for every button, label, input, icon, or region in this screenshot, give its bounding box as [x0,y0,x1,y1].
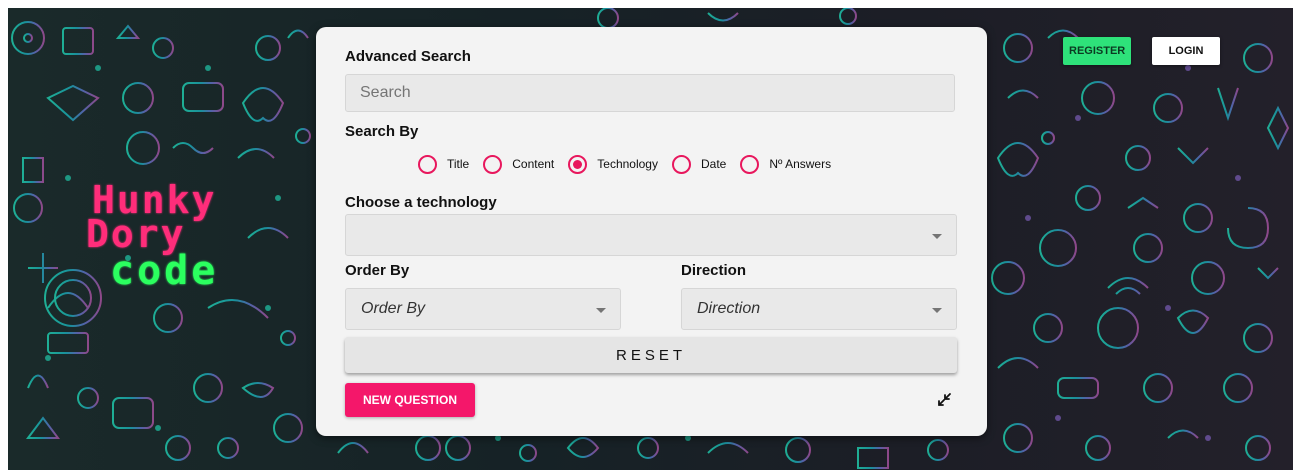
radio-content[interactable]: Content [483,154,555,174]
site-logo: Hunky Dory code [86,176,296,296]
radio-label-date: Date [700,157,727,171]
reset-button[interactable]: RESET [345,337,957,373]
order-by-select[interactable]: Order By [345,288,621,330]
new-question-button[interactable]: NEW QUESTION [345,383,475,417]
dropdown-caret-icon [596,308,606,313]
radio-circle-icon [740,154,760,174]
search-by-label: Search By [345,123,419,140]
register-button[interactable]: REGISTER [1063,37,1131,65]
radio-label-content: Content [512,157,555,171]
technology-label: Choose a technology [345,194,497,211]
radio-label-title: Title [447,157,470,171]
order-by-label: Order By [345,262,410,279]
advanced-search-title: Advanced Search [345,48,471,65]
dropdown-caret-icon [932,234,942,239]
radio-circle-icon [483,154,503,174]
radio-label-answers: Nº Answers [769,157,832,171]
search-input[interactable] [345,74,955,112]
radio-label-technology: Technology [597,157,658,171]
login-button[interactable]: LOGIN [1152,37,1220,65]
technology-select[interactable] [345,214,957,256]
logo-line-code: code [110,248,219,294]
radio-technology[interactable]: Technology [568,154,658,174]
collapse-arrows-icon[interactable] [933,389,955,411]
direction-select-value: Direction [697,300,761,317]
search-by-radio-group: Title Content Technology Date Nº Answers [418,152,845,176]
radio-selected-icon [568,154,588,174]
radio-date[interactable]: Date [671,154,727,174]
direction-select[interactable]: Direction [681,288,957,330]
radio-circle-icon [671,154,691,174]
direction-label: Direction [681,262,747,279]
radio-answers[interactable]: Nº Answers [740,154,832,174]
radio-circle-icon [418,154,437,174]
advanced-search-panel: Advanced Search Search By Title Content … [316,27,987,436]
order-by-select-value: Order By [361,300,426,317]
radio-title[interactable]: Title [418,154,470,174]
dropdown-caret-icon [932,308,942,313]
